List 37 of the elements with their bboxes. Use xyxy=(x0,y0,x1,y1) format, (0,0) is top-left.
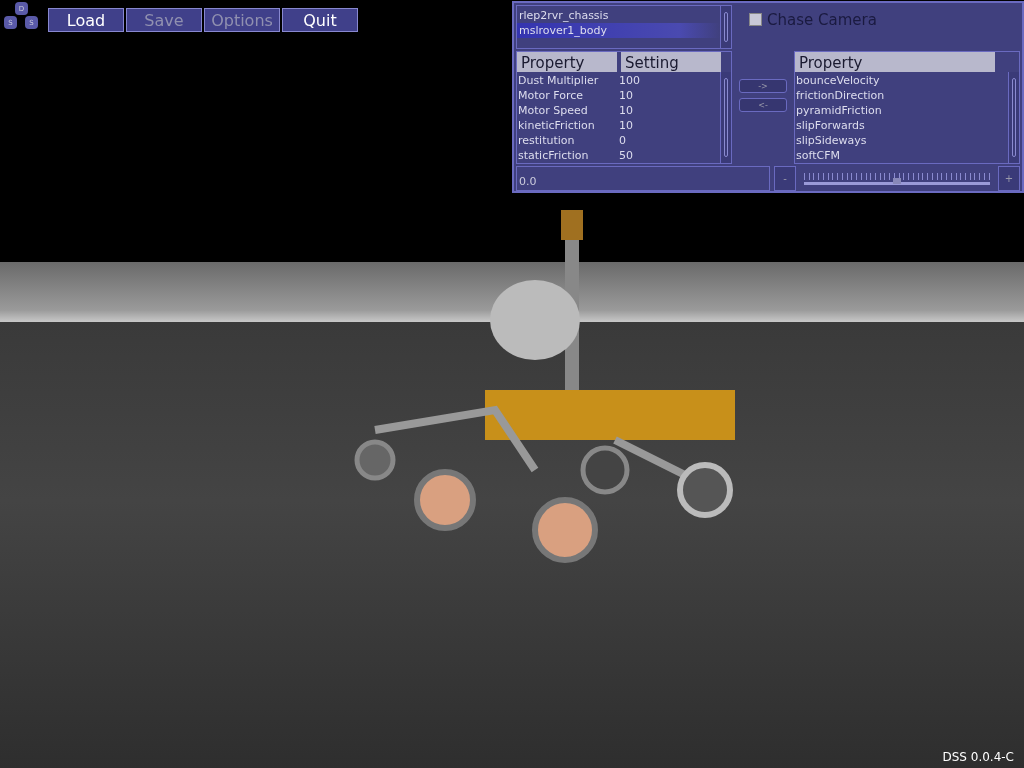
column-header[interactable]: Setting xyxy=(621,52,721,72)
column-header[interactable]: Property xyxy=(795,52,995,72)
slider-thumb[interactable] xyxy=(893,177,901,184)
table-cell: slipSideways xyxy=(795,133,867,148)
object-list-item[interactable]: rlep2rvr_chassis xyxy=(517,8,720,23)
checkbox-label: Chase Camera xyxy=(767,11,877,29)
table-cell: softCFM xyxy=(795,148,840,163)
table-cell: slipForwards xyxy=(795,118,865,133)
table-cell-text: kineticFriction xyxy=(517,118,596,133)
increment-button[interactable]: + xyxy=(998,166,1020,191)
scrollbar[interactable] xyxy=(1008,72,1019,163)
table-cell-text: 0 xyxy=(618,133,627,148)
table-cell-text: restitution xyxy=(517,133,576,148)
table-cell-text: 50 xyxy=(618,148,634,163)
decrement-button[interactable]: - xyxy=(774,166,796,191)
table-cell-text: 10 xyxy=(618,118,634,133)
table-cell-text: staticFriction xyxy=(517,148,590,163)
move-button[interactable]: <- xyxy=(739,98,787,112)
scrollbar[interactable] xyxy=(720,72,731,163)
version-label: DSS 0.0.4-C xyxy=(942,750,1014,764)
object-list-item[interactable]: mslrover1_body xyxy=(517,23,720,38)
column-header[interactable]: Property xyxy=(517,52,617,72)
table-cell-text: Motor Force xyxy=(517,88,585,103)
table-cell: bounceVelocity xyxy=(795,73,880,88)
move-button[interactable]: -> xyxy=(739,79,787,93)
table-cell-text: Dust Multiplier xyxy=(517,73,600,88)
toolbar-button[interactable]: Load xyxy=(48,8,124,32)
table-cell-text: 10 xyxy=(618,88,634,103)
table-cell-text: Motor Speed xyxy=(517,103,589,118)
table-cell-text: 100 xyxy=(618,73,641,88)
table-cell-text: 10 xyxy=(618,103,634,118)
scrollbar[interactable] xyxy=(720,6,731,48)
checkbox[interactable] xyxy=(749,13,762,26)
toolbar-button[interactable]: Quit xyxy=(282,8,358,32)
table-cell: frictionDirection xyxy=(795,88,885,103)
table-cell: pyramidFriction xyxy=(795,103,882,118)
value-field[interactable]: 0.0 xyxy=(516,166,770,191)
